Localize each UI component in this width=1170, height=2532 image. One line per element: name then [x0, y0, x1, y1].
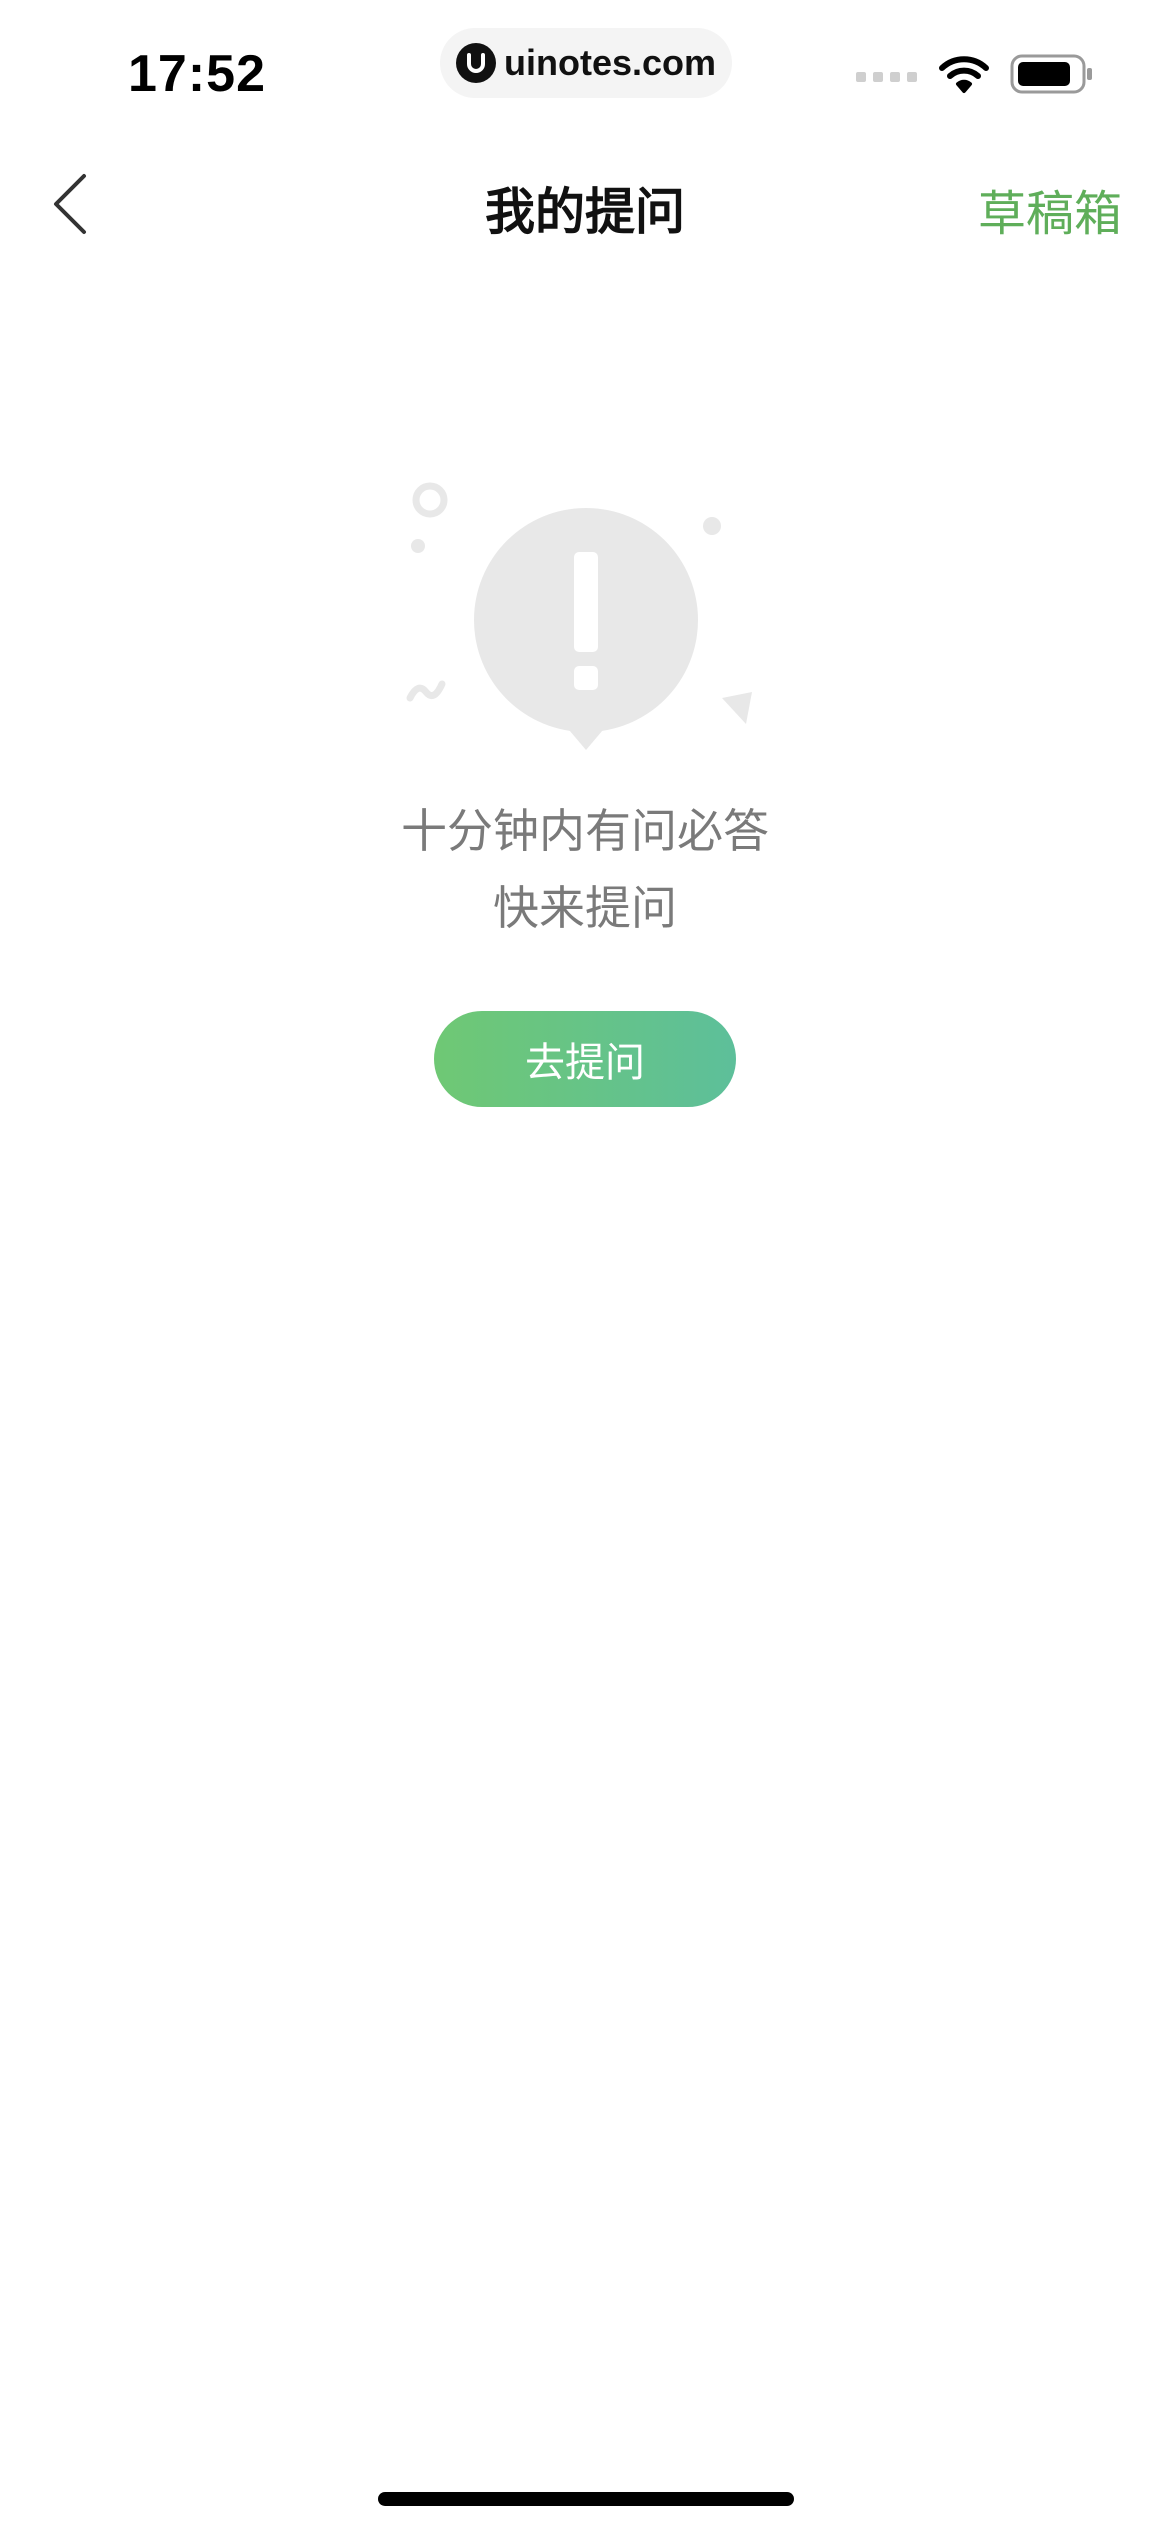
nav-bar: 我的提问 草稿箱	[0, 140, 1170, 270]
page: 17:52 uinotes.com 我的提问 草稿箱 十分钟内有问必答 快来提问…	[0, 0, 1170, 2532]
url-text: uinotes.com	[503, 42, 717, 83]
back-button[interactable]	[40, 166, 100, 246]
empty-message-line1: 十分钟内有问必答	[401, 804, 769, 858]
exclamation-speech-bubble-icon	[400, 470, 770, 770]
status-icons	[856, 54, 1094, 98]
status-time: 17:52	[128, 45, 266, 103]
chevron-left-icon	[50, 172, 90, 240]
url-pill[interactable]: uinotes.com	[440, 28, 732, 98]
home-indicator[interactable]	[378, 2492, 794, 2506]
battery-icon	[1010, 54, 1094, 98]
ask-question-button[interactable]: 去提问	[434, 1011, 736, 1107]
site-logo-icon	[455, 43, 496, 83]
wifi-icon	[938, 54, 990, 98]
drafts-button[interactable]: 草稿箱	[978, 174, 1122, 244]
signal-icon	[856, 64, 918, 88]
status-bar: 17:52 uinotes.com	[0, 0, 1170, 130]
empty-message-line2: 快来提问	[493, 881, 677, 935]
